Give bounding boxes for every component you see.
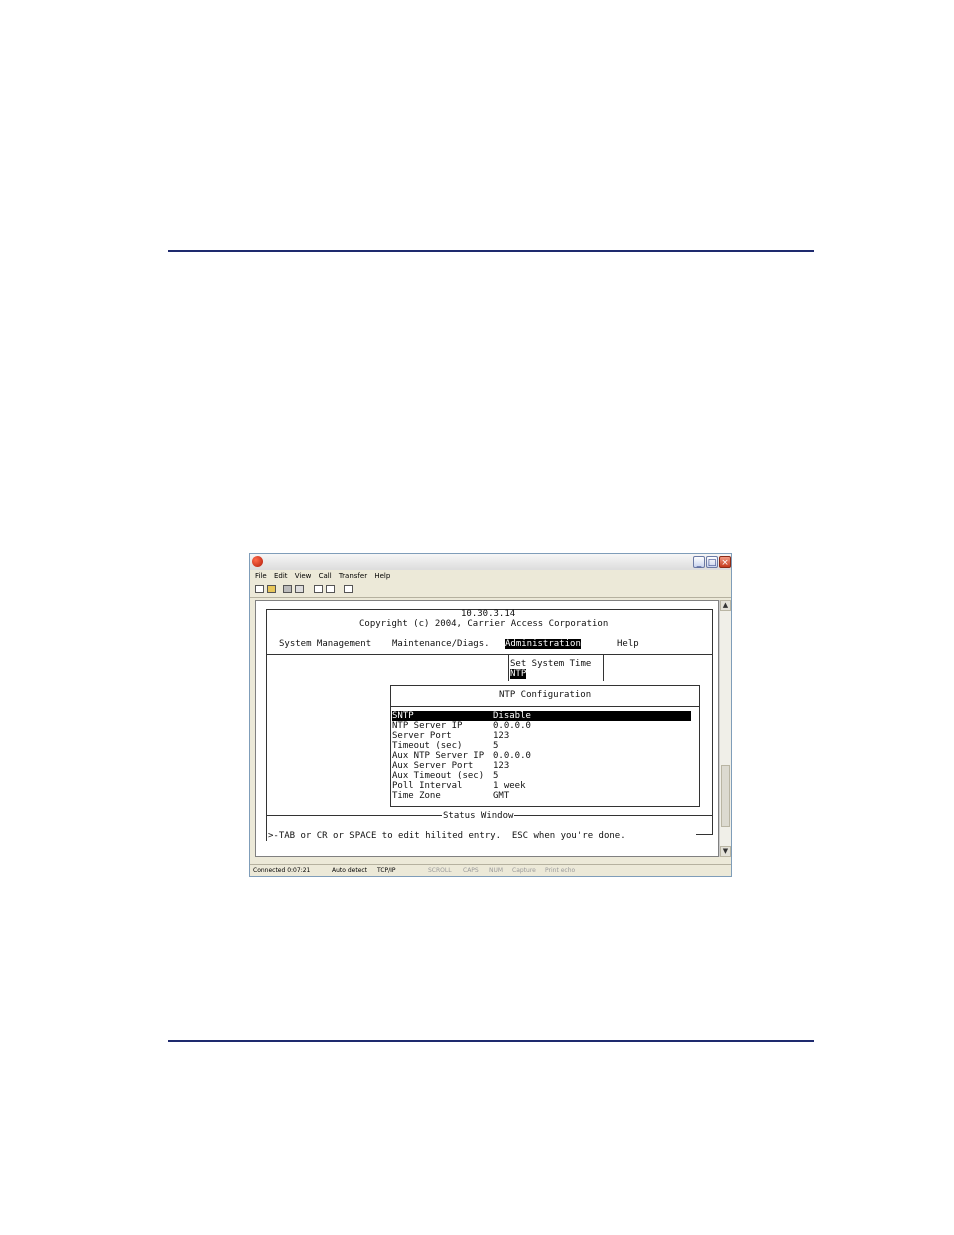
menu-bar: File Edit View Call Transfer Help (250, 570, 731, 582)
row-value-ntp-server-ip[interactable]: 0.0.0.0 (493, 721, 531, 731)
menu-separator (266, 654, 713, 655)
menu-system-management[interactable]: System Management (279, 639, 371, 649)
menu-maintenance[interactable]: Maintenance/Diags. (392, 639, 490, 649)
menu-view[interactable]: View (295, 570, 312, 582)
menu-edit[interactable]: Edit (274, 570, 288, 582)
top-rule (168, 250, 814, 252)
scroll-down-icon[interactable]: ▼ (720, 846, 731, 857)
row-label-aux-ntp-server-ip[interactable]: Aux NTP Server IP (392, 751, 484, 761)
host-ip: 10.30.3.14 (461, 609, 516, 619)
status-connected: Connected 0:07:21 (253, 867, 311, 874)
vertical-scrollbar[interactable]: ▲ ▼ (719, 600, 731, 857)
row-value-time-zone[interactable]: GMT (493, 791, 509, 801)
submenu-set-system-time[interactable]: Set System Time (510, 659, 591, 669)
status-protocol: TCP/IP (377, 867, 396, 874)
frame-right (712, 609, 713, 835)
toolbar (250, 582, 731, 598)
open-icon[interactable] (267, 585, 276, 593)
status-detect: Auto detect (332, 867, 368, 874)
new-icon[interactable] (255, 585, 264, 593)
status-caps: CAPS (463, 867, 479, 874)
row-label-poll-interval[interactable]: Poll Interval (392, 781, 462, 791)
status-print-echo: Print echo (545, 867, 576, 874)
receive-icon[interactable] (326, 585, 335, 593)
selected-row-highlight (392, 711, 691, 721)
minimize-button[interactable]: _ (693, 556, 705, 568)
row-value-aux-timeout[interactable]: 5 (493, 771, 498, 781)
hyperterminal-window: _ □ × File Edit View Call Transfer Help … (249, 553, 732, 877)
row-label-aux-server-port[interactable]: Aux Server Port (392, 761, 473, 771)
row-label-ntp-server-ip[interactable]: NTP Server IP (392, 721, 462, 731)
row-label-aux-timeout[interactable]: Aux Timeout (sec) (392, 771, 484, 781)
menu-help-terminal[interactable]: Help (617, 639, 639, 649)
row-value-timeout[interactable]: 5 (493, 741, 498, 751)
terminal-screen[interactable]: 10.30.3.14 Copyright (c) 2004, Carrier A… (255, 600, 719, 857)
maximize-button[interactable]: □ (706, 556, 718, 568)
row-value-sntp[interactable]: Disable (493, 711, 531, 721)
row-value-poll-interval[interactable]: 1 week (493, 781, 526, 791)
row-value-server-port[interactable]: 123 (493, 731, 509, 741)
copyright-text: Copyright (c) 2004, Carrier Access Corpo… (359, 619, 609, 629)
status-message: >-TAB or CR or SPACE to edit hilited ent… (268, 831, 626, 841)
scroll-up-icon[interactable]: ▲ (720, 600, 731, 611)
bottom-rule (168, 1040, 814, 1042)
status-capture: Capture (512, 867, 536, 874)
dialog-title-separator (391, 706, 699, 707)
menu-transfer[interactable]: Transfer (339, 570, 367, 582)
scroll-thumb[interactable] (721, 765, 730, 827)
status-scroll: SCROLL (428, 867, 452, 874)
menu-administration[interactable]: Administration (505, 639, 581, 649)
row-label-timeout[interactable]: Timeout (sec) (392, 741, 462, 751)
row-label-server-port[interactable]: Server Port (392, 731, 452, 741)
properties-icon[interactable] (344, 585, 353, 593)
send-icon[interactable] (314, 585, 323, 593)
menu-help[interactable]: Help (374, 570, 390, 582)
frame-left (266, 609, 267, 841)
submenu-right (603, 654, 604, 681)
submenu-ntp[interactable]: NTP (510, 669, 527, 679)
row-value-aux-ntp-server-ip[interactable]: 0.0.0.0 (493, 751, 531, 761)
frame-bottom-right (696, 834, 712, 835)
connect-icon[interactable] (283, 585, 292, 593)
menu-file[interactable]: File (255, 570, 267, 582)
row-value-aux-server-port[interactable]: 123 (493, 761, 509, 771)
status-window-label: Status Window (442, 811, 515, 821)
app-icon[interactable] (252, 556, 263, 567)
close-button[interactable]: × (719, 556, 731, 568)
dialog-title: NTP Configuration (499, 690, 592, 700)
title-bar[interactable]: _ □ × (250, 554, 731, 570)
menu-call[interactable]: Call (319, 570, 332, 582)
disconnect-icon[interactable] (295, 585, 304, 593)
status-num: NUM (489, 867, 504, 874)
ntp-config-dialog: NTP Configuration SNTP Disable NTP Serve… (390, 685, 700, 807)
submenu-left (508, 654, 509, 681)
status-bar: Connected 0:07:21 Auto detect TCP/IP SCR… (250, 864, 731, 877)
row-label-sntp[interactable]: SNTP (392, 711, 414, 721)
row-label-time-zone[interactable]: Time Zone (392, 791, 441, 801)
